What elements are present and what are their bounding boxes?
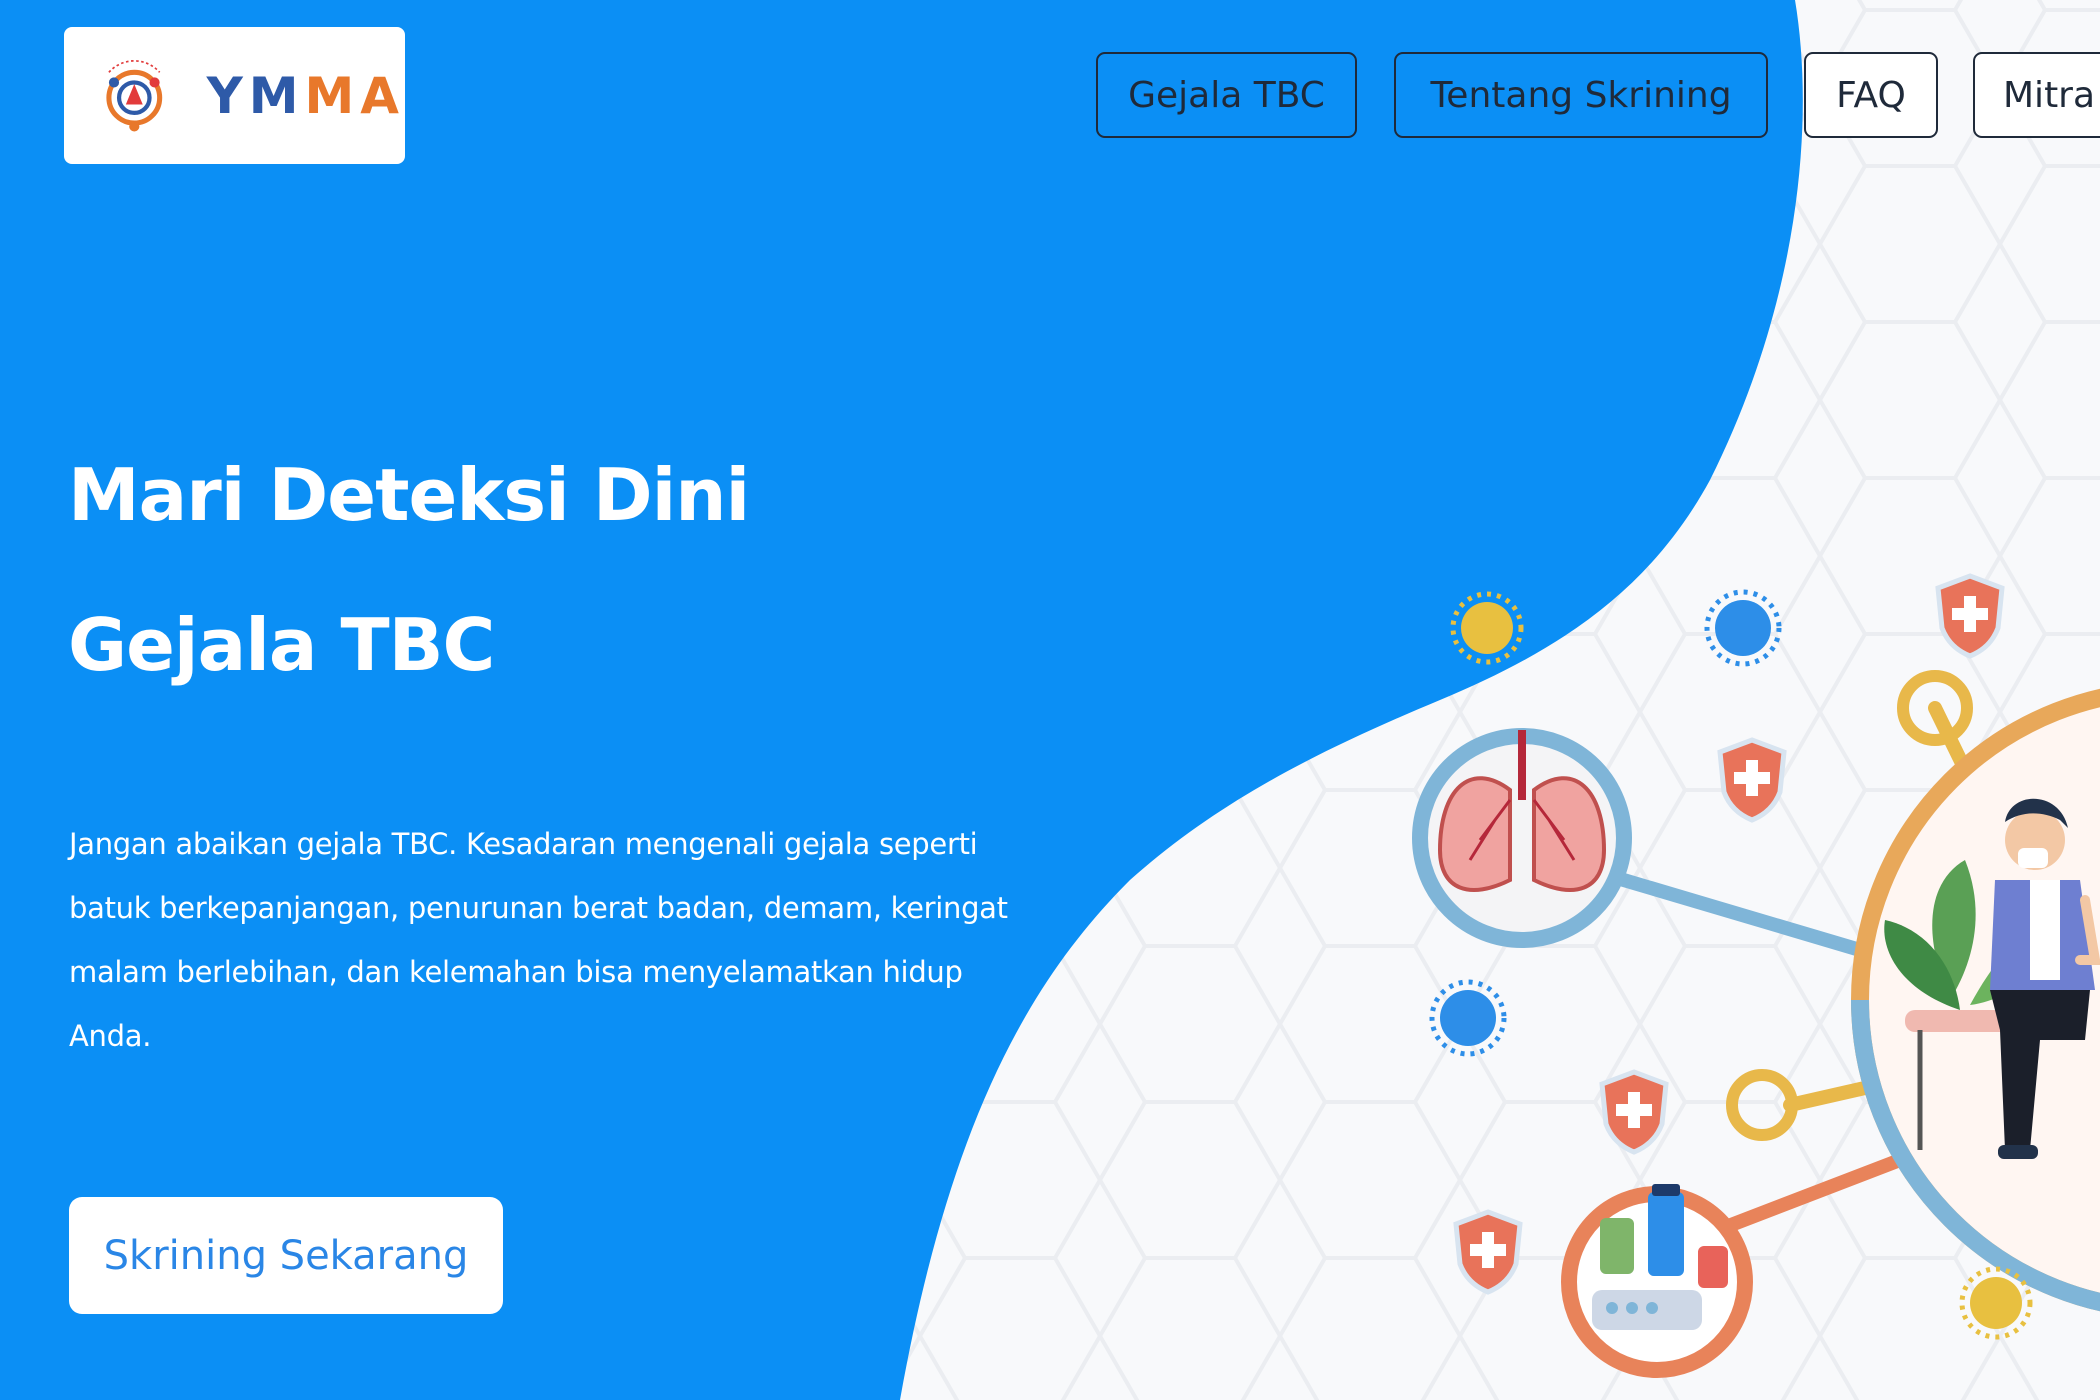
page: YMMA Gejala TBC Tentang Skrining FAQ Mit… xyxy=(0,0,2100,1400)
medicine-icon xyxy=(1561,1184,1753,1378)
shield-plus-icon xyxy=(1717,737,1787,823)
patient-illustration xyxy=(1851,688,2100,1312)
virus-icon xyxy=(1450,591,1524,665)
shield-plus-icon xyxy=(1599,1069,1669,1155)
virus-icon xyxy=(1704,589,1782,667)
lungs-icon xyxy=(1412,728,1632,948)
virus-icon xyxy=(1429,979,1507,1057)
tbc-illustration xyxy=(1412,573,2100,1378)
shield-plus-icon xyxy=(1453,1209,1523,1295)
shield-plus-icon xyxy=(1935,573,2005,659)
